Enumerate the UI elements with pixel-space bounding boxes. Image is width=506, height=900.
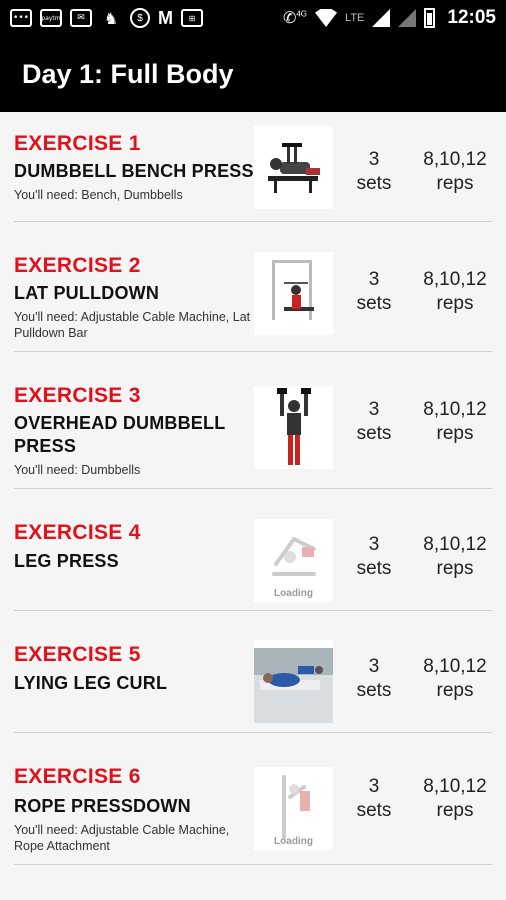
loading-image: Loading [254, 519, 333, 602]
exercise-number: EXERCISE 6 [14, 765, 141, 788]
reps-count: 8,10,12 reps [423, 399, 487, 444]
status-bar: ••• paytm ✉ ♞ $ M ⊞ ✆4G LTE 12:05 [0, 0, 506, 36]
store-icon: ⊞ [181, 9, 203, 27]
equipment-text: You'll need: Adjustable Cable Machine, R… [14, 823, 230, 853]
bench-press-image [254, 126, 333, 209]
list-item[interactable]: EXERCISE 6 ROPE PRESSDOWN You'll need: A… [14, 733, 492, 865]
exercise-number: EXERCISE 4 [14, 521, 141, 544]
clock: 12:05 [447, 7, 496, 28]
loading-label: Loading [274, 588, 313, 599]
sets-count: 3 sets [356, 776, 392, 821]
reps-count: 8,10,12 reps [423, 534, 487, 579]
exercise-name: ROPE PRESSDOWN [14, 796, 191, 816]
reps-count: 8,10,12 reps [423, 269, 487, 314]
battery-icon [424, 8, 436, 28]
loading-label: Loading [274, 836, 313, 847]
wifi-icon [315, 9, 338, 27]
call-4g-icon: ✆4G [282, 9, 308, 27]
loading-image: Loading [254, 767, 333, 850]
sets-count: 3 sets [356, 149, 392, 194]
list-item[interactable]: EXERCISE 1 DUMBBELL BENCH PRESS You'll n… [14, 112, 492, 222]
list-item[interactable]: EXERCISE 4 LEG PRESS Loading 3 sets 8,10,… [14, 489, 492, 611]
sets-count: 3 sets [356, 534, 392, 579]
exercise-list: EXERCISE 1 DUMBBELL BENCH PRESS You'll n… [0, 112, 506, 865]
signal-2-icon [398, 9, 417, 27]
message-icon: ••• [10, 9, 32, 27]
reps-count: 8,10,12 reps [423, 149, 487, 194]
leg-curl-image [254, 640, 333, 723]
exercise-number: EXERCISE 2 [14, 254, 141, 277]
reps-count: 8,10,12 reps [423, 776, 487, 821]
exercise-number: EXERCISE 3 [14, 384, 141, 407]
page-title: Day 1: Full Body [22, 58, 234, 89]
sets-count: 3 sets [356, 656, 392, 701]
gmail-icon: ✉ [70, 9, 92, 27]
sets-count: 3 sets [356, 269, 392, 314]
sets-count: 3 sets [356, 399, 392, 444]
app-icon: $ [130, 8, 150, 28]
notification-icon: ♞ [103, 8, 119, 28]
lat-pulldown-image [254, 252, 333, 335]
exercise-number: EXERCISE 1 [14, 132, 141, 155]
exercise-name: DUMBBELL BENCH PRESS [14, 161, 254, 181]
list-item[interactable]: EXERCISE 2 LAT PULLDOWN You'll need: Adj… [14, 222, 492, 352]
exercise-name: LAT PULLDOWN [14, 283, 160, 303]
exercise-name: OVERHEAD DUMBBELL PRESS [14, 413, 226, 456]
list-item[interactable]: EXERCISE 3 OVERHEAD DUMBBELL PRESS You'l… [14, 352, 492, 489]
reps-count: 8,10,12 reps [423, 656, 487, 701]
list-item[interactable]: EXERCISE 5 LYING LEG CURL 3 sets 8,10,12 r… [14, 611, 492, 733]
equipment-text: You'll need: Bench, Dumbbells [14, 188, 183, 202]
paytm-icon: paytm [40, 9, 62, 27]
lte-label: LTE [345, 12, 365, 24]
equipment-text: You'll need: Dumbbells [14, 463, 141, 477]
signal-icon [372, 9, 391, 27]
exercise-name: LEG PRESS [14, 551, 119, 571]
exercise-number: EXERCISE 5 [14, 643, 141, 666]
exercise-name: LYING LEG CURL [14, 673, 168, 693]
myntra-icon: M [158, 7, 173, 28]
app-bar: Day 1: Full Body [0, 36, 506, 112]
overhead-press-image [254, 386, 333, 469]
equipment-text: You'll need: Adjustable Cable Machine, L… [14, 310, 251, 340]
